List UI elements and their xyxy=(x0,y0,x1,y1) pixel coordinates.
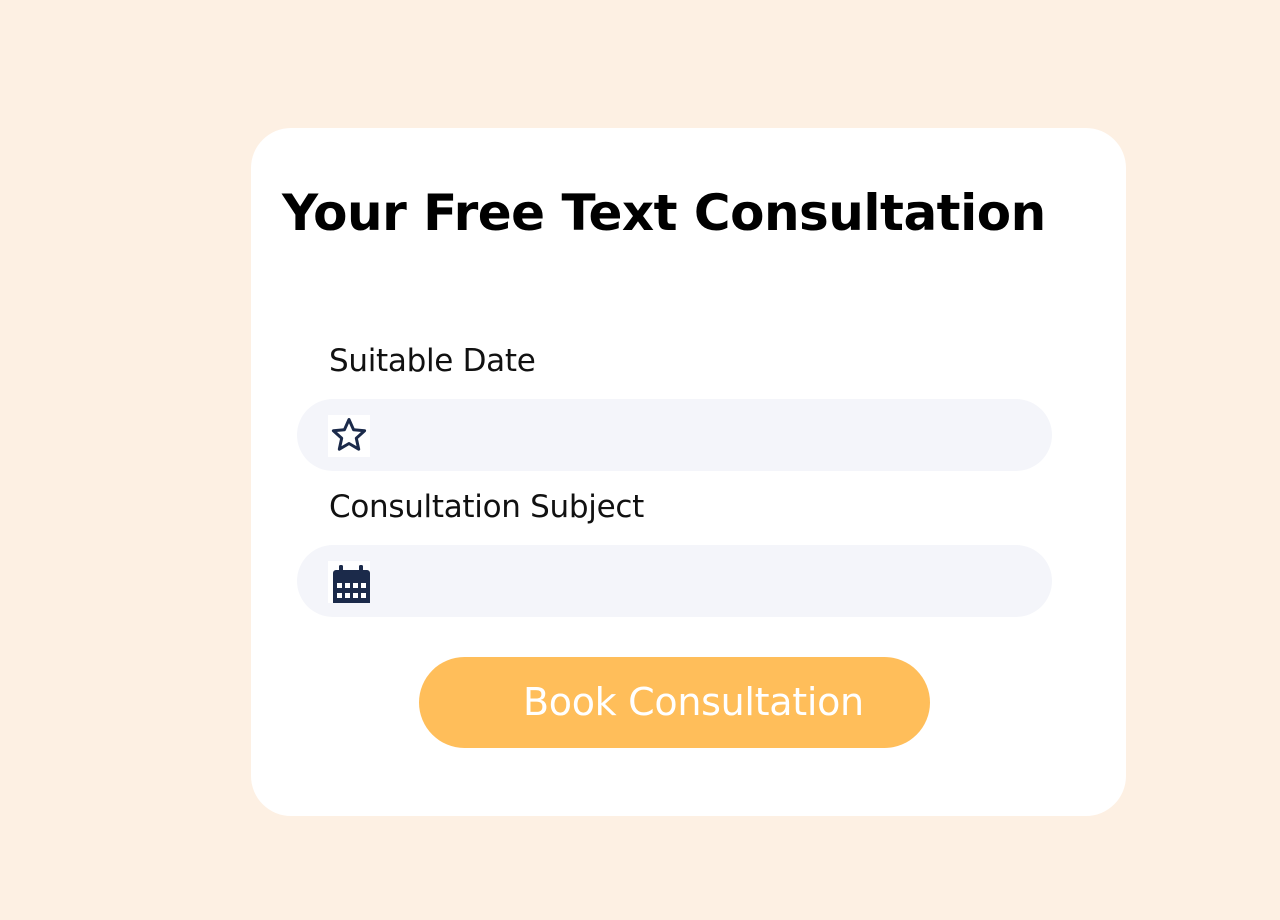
consultation-subject-label: Consultation Subject xyxy=(329,489,644,525)
consultation-form-card: Your Free Text Consultation Suitable Dat… xyxy=(251,128,1126,816)
star-outline-icon xyxy=(328,415,370,457)
form-title: Your Free Text Consultation xyxy=(282,184,1046,242)
calendar-icon xyxy=(328,561,370,603)
suitable-date-label: Suitable Date xyxy=(329,343,536,379)
book-consultation-label: Book Consultation xyxy=(523,680,864,724)
suitable-date-field[interactable] xyxy=(297,399,1052,471)
consultation-subject-input[interactable] xyxy=(387,545,1017,617)
book-consultation-button[interactable]: Book Consultation xyxy=(419,657,930,748)
suitable-date-input[interactable] xyxy=(387,399,1017,471)
consultation-subject-field[interactable] xyxy=(297,545,1052,617)
